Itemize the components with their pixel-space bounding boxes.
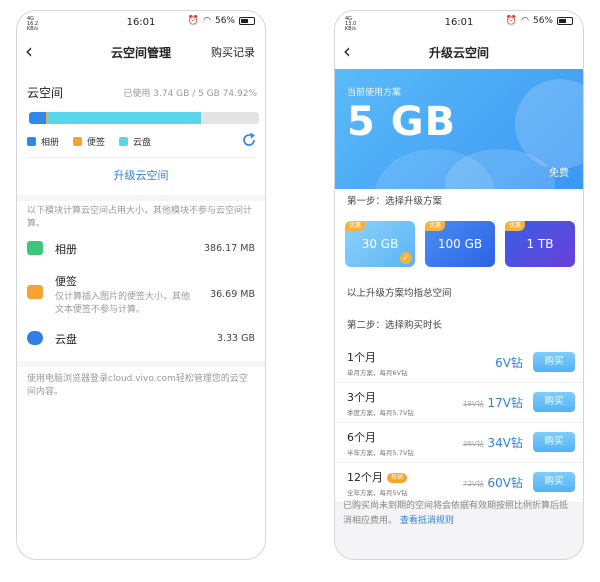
- current-plan-size: 5 GB: [347, 99, 457, 145]
- photo-album-icon: [27, 241, 43, 255]
- duration-row-3-months[interactable]: 3个月 季度方案，每月5.7V钻 18V钻 17V钻 购买: [335, 383, 583, 423]
- proration-note: 已购买尚未到期的空间将会依据有效期按照比例折算后抵消相应费用。 查看抵消规则: [343, 499, 575, 529]
- legend-item-cloud-drive: 云盘: [119, 135, 151, 148]
- module-row-albums[interactable]: 相册 386.17 MB: [27, 239, 255, 259]
- module-row-notes[interactable]: 便签 仅计算插入图片的便签大小，其他文本便签不参与计算。 36.69 MB: [27, 273, 255, 325]
- storage-header: 云空间 已使用 3.74 GB / 5 GB 74.92%: [17, 81, 265, 103]
- phone-upgrade-cloud-space: 4G 13.0 KB/s 16:01 ⏰ ◠ 56% ‹ 升级云空间 当前使用方…: [334, 10, 584, 560]
- status-bar: 4G 13.0 KB/s 16:01 ⏰ ◠ 56%: [335, 11, 583, 35]
- plan-option-label: 30 GB: [361, 237, 399, 251]
- status-icons: ⏰ ◠ 56%: [188, 16, 255, 26]
- discount-tag: 优惠: [425, 221, 446, 231]
- module-name: 云盘: [55, 333, 77, 346]
- module-size: 386.17 MB: [204, 243, 255, 254]
- module-note: 以下模块计算云空间占用大小，其他模块不参与云空间计算。: [27, 206, 253, 229]
- refresh-icon[interactable]: [241, 132, 257, 148]
- alarm-icon: ⏰: [505, 16, 518, 26]
- storage-usage-bar: [29, 112, 259, 124]
- storage-name: 云空间: [27, 86, 64, 100]
- original-price: 72V钻: [463, 480, 484, 488]
- view-offset-rules-link[interactable]: 查看抵消规则: [400, 516, 454, 526]
- legend-item-notes: 便签: [73, 135, 105, 148]
- plan-option-label: 100 GB: [437, 237, 483, 251]
- battery-percent: 56%: [532, 16, 553, 26]
- section-separator: [17, 195, 265, 201]
- duration-price: 17V钻: [487, 396, 523, 410]
- legend-label: 云盘: [133, 138, 152, 148]
- duration-row-1-month[interactable]: 1个月 单月方案，每月6V钻 6V钻 购买: [335, 343, 583, 383]
- step-two-label: 第二步：选择购买时长: [347, 320, 443, 331]
- battery-icon: [557, 17, 573, 25]
- discount-tag: 优惠: [345, 221, 366, 231]
- legend-label: 相册: [41, 138, 60, 148]
- status-bar: 4G 16.2 KB/s 16:01 ⏰ ◠ 56%: [17, 11, 265, 35]
- duration-description: 季度方案，每月5.7V钻: [347, 409, 414, 417]
- module-size: 3.33 GB: [216, 333, 255, 344]
- module-name: 相册: [55, 243, 77, 256]
- plan-option-1tb[interactable]: 优惠 1 TB: [505, 221, 575, 267]
- plans-note: 以上升级方案均指总空间: [347, 288, 452, 299]
- cloud-icon: [27, 331, 43, 345]
- footer-note: 使用电脑浏览器登录cloud.vivo.com轻松管理您的云空间内容。: [27, 374, 248, 397]
- notes-icon: [27, 285, 43, 299]
- duration-price: 6V钻: [495, 356, 523, 370]
- buy-button[interactable]: 购买: [533, 352, 575, 372]
- wifi-icon: ◠: [521, 16, 529, 26]
- status-icons: ⏰ ◠ 56%: [506, 16, 573, 26]
- duration-name-with-badge: 12个月 热销: [347, 469, 408, 485]
- upgrade-cloud-space-button[interactable]: 升级云空间: [17, 167, 265, 183]
- module-name: 便签: [55, 275, 77, 288]
- duration-price: 34V钻: [487, 436, 523, 450]
- legend-swatch: [27, 137, 36, 146]
- duration-row-12-months[interactable]: 12个月 热销 全年方案，每月5V钻 72V钻 60V钻 购买: [335, 463, 583, 503]
- duration-description: 全年方案，每月5V钻: [347, 489, 408, 497]
- step-one-label: 第一步：选择升级方案: [347, 196, 443, 207]
- battery-percent: 56%: [214, 16, 235, 26]
- current-plan-label: 当前使用方案: [347, 88, 402, 98]
- original-price: 18V钻: [463, 400, 484, 408]
- duration-name: 6个月: [347, 431, 376, 444]
- wifi-icon: ◠: [203, 16, 211, 26]
- current-plan-banner: 当前使用方案 5 GB 免费: [335, 69, 583, 189]
- usage-segment-albums: [29, 112, 46, 124]
- legend-item-albums: 相册: [27, 135, 59, 148]
- duration-name: 3个月: [347, 391, 376, 404]
- page-title: 升级云空间: [428, 46, 489, 60]
- hot-sale-badge: 热销: [387, 473, 408, 483]
- duration-name: 12个月: [347, 471, 383, 484]
- usage-segment-cloud-drive: [47, 112, 202, 124]
- storage-used-text: 已使用 3.74 GB / 5 GB 74.92%: [123, 89, 257, 99]
- module-description: 仅计算插入图片的便签大小，其他文本便签不参与计算。: [55, 292, 191, 315]
- plan-option-30gb[interactable]: 优惠 30 GB ✓: [345, 221, 415, 267]
- buy-button[interactable]: 购买: [533, 432, 575, 452]
- nav-bar: ‹ 云空间管理 购买记录: [17, 35, 265, 69]
- nav-bar: ‹ 升级云空间: [335, 35, 583, 69]
- current-plan-type: 免费: [549, 168, 569, 179]
- usage-legend: 相册 便签 云盘: [27, 135, 151, 148]
- plan-option-100gb[interactable]: 优惠 100 GB: [425, 221, 495, 267]
- duration-name: 1个月: [347, 351, 376, 364]
- duration-row-6-months[interactable]: 6个月 半年方案，每月5.7V钻 36V钻 34V钻 购买: [335, 423, 583, 463]
- duration-price: 60V钻: [487, 476, 523, 490]
- module-row-cloud-drive[interactable]: 云盘 3.33 GB: [27, 329, 255, 349]
- purchase-history-link[interactable]: 购买记录: [211, 44, 255, 60]
- alarm-icon: ⏰: [187, 16, 200, 26]
- legend-swatch: [119, 137, 129, 146]
- proration-note-text: 已购买尚未到期的空间将会依据有效期按照比例折算后抵消相应费用。: [343, 501, 569, 526]
- buy-button[interactable]: 购买: [533, 392, 575, 412]
- plan-option-label: 1 TB: [526, 237, 554, 251]
- discount-tag: 优惠: [505, 221, 526, 231]
- module-size: 36.69 MB: [210, 289, 255, 300]
- legend-label: 便签: [87, 138, 106, 148]
- selected-check-icon: ✓: [400, 252, 412, 264]
- original-price: 36V钻: [463, 440, 484, 448]
- phone-cloud-space-management: 4G 16.2 KB/s 16:01 ⏰ ◠ 56% ‹ 云空间管理 购买记录 …: [16, 10, 266, 560]
- legend-swatch: [73, 137, 83, 146]
- battery-icon: [239, 17, 255, 25]
- duration-description: 半年方案，每月5.7V钻: [347, 449, 414, 457]
- duration-description: 单月方案，每月6V钻: [347, 369, 408, 377]
- divider: [27, 157, 255, 158]
- buy-button[interactable]: 购买: [533, 472, 575, 492]
- section-separator: [17, 361, 265, 367]
